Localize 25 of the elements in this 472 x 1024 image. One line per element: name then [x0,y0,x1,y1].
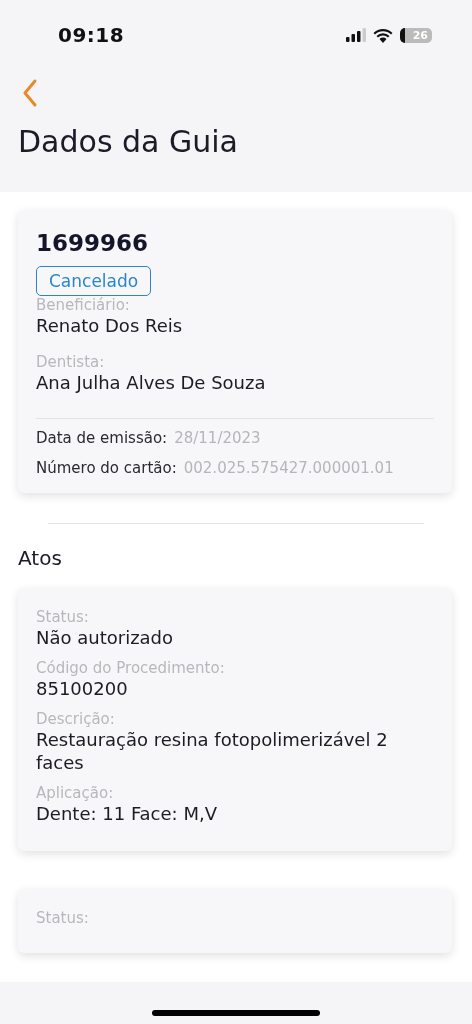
field-value: Dente: 11 Face: M,V [36,802,218,825]
battery-icon: 26 [399,27,432,43]
field-label: Beneficiário: [36,296,131,314]
status-badge: Cancelado [36,266,152,296]
field-label: Dentista: [36,353,106,371]
signal-icon [345,28,366,42]
field-label: Descrição: [36,710,116,728]
detail-value: 002.025.575427.000001.01 [183,459,394,477]
field-label: Código do Procedimento: [36,659,226,677]
page-title: Dados da Guia [18,124,239,159]
field-value: Restauração resina fotopolimerizável 2 faces [36,728,389,774]
field-value: Renato Dos Reis [36,314,184,337]
field-value: 85100200 [36,677,129,700]
detail-value: 28/11/2023 [174,429,261,447]
field-value: Ana Julha Alves De Souza [36,371,267,394]
field-label: Status: [36,909,90,927]
status-time: 09:18 [58,23,125,47]
wifi-icon [372,27,393,43]
section-title: Atos [18,546,63,570]
detail-label: Número do cartão: [36,459,177,477]
detail-label: Data de emissão: [36,429,168,447]
field-value: Não autorizado [36,626,175,649]
field-label: Aplicação: [36,784,115,802]
field-label: Status: [36,608,90,626]
guide-number: 1699966 [36,230,150,256]
